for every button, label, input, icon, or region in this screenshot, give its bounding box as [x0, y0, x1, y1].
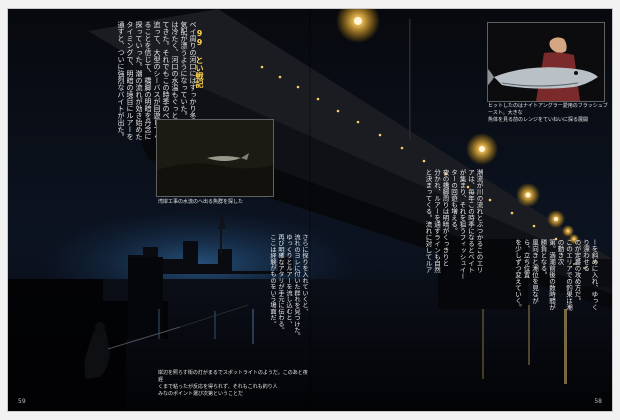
left-body-col-7: 探っていった。潮の流れが効き始めた [135, 21, 143, 140]
bottom-caption-line-3: みなのポイント選び次第ということだ [158, 391, 244, 397]
page-number-left: 59 [18, 398, 26, 405]
right-body-col-9: のが定番の攻め方だ。 [573, 239, 581, 304]
right-caption-line-1: ヒットしたのはナイトアングラー愛用のフラッシュブースト。大きな [488, 103, 608, 116]
left-body-col-6: ることを信じて、橋脚の明暗を丹念に [144, 21, 152, 140]
left-body-col-2: 気配が漂うようになっていた。夜風 [180, 21, 188, 133]
right-caption-line-2: 魚体を見る前のレンジをていねいに探る展開 [488, 117, 589, 123]
right-body-col-5: 夜の橋脚周りは明暗がくっきりと [441, 169, 449, 267]
left-body-col-13: 再び明確なアタリが手元に伝わる。 [277, 234, 284, 334]
right-body-col-8: ーを斜めに入れ、ゆっくり漂わせる [581, 239, 599, 311]
right-body-col-4: ターの回遊も増える。 [449, 169, 458, 234]
right-body-col-7: と決まってくる。流れに対してルア [424, 169, 432, 273]
right-body-col-10: このエリアでの釣果は潮の動き次 [556, 239, 573, 311]
right-body-col-6: 分かれ、ルアーを通すラインも自然 [432, 169, 441, 273]
angler-with-fish-photo [487, 22, 605, 102]
right-body-col-11: 第。満潮前後の数時間が勝負となる。 [539, 239, 556, 311]
page-number-right: 58 [594, 398, 602, 405]
magazine-spread: ベイ周りの河口にはすっかり冬の 気配が漂うようになっていた。夜風 は冷たく、河口… [8, 9, 612, 411]
left-page-body-text-2: さらに探りを入れていくと、 流れのヨレに付いた群れを見つけた。 ゆっくりとルアー… [108, 234, 308, 354]
bottom-caption-line-1: 岸辺を照らす街の灯がまるでスポットライトのようだ。このあと夜遅 [158, 370, 308, 383]
right-body-col-13: を少しずつ変えていく。 [513, 239, 522, 311]
right-page-body-text: 潮流が川の流れとぶつかるこのエリ アは、毎年この時季になるとベイト が集まり、そ… [323, 169, 483, 281]
angler-holding-fish-image [488, 23, 604, 101]
page-gutter [309, 9, 311, 411]
right-body-col-12: 風向きと潮位を見ながら、立ち位置 [522, 239, 539, 304]
left-body-col-10: さらに探りを入れていくと、 [301, 234, 308, 315]
right-page-body-text-2: ーを斜めに入れ、ゆっくり漂わせる のが定番の攻め方だ。 このエリアでの釣果は潮の… [478, 239, 599, 311]
right-photo-caption: ヒットしたのはナイトアングラー愛用のフラッシュブースト。大きな 魚体を見る前のレ… [488, 103, 608, 124]
left-body-col-14: ここは経験がものをいう場面だ。 [269, 234, 276, 327]
left-body-col-12: ゆっくりとルアーを流し込むと、 [285, 234, 292, 327]
bottom-left-caption: 岸辺を照らす街の灯がまるでスポットライトのようだ。このあと夜遅 くまで粘ったが反… [158, 370, 308, 398]
fish-in-water-image [157, 120, 273, 196]
fish-inset-photo [156, 119, 274, 197]
left-body-col-11: 流れのヨレに付いた群れを見つけた。 [293, 234, 300, 340]
bottom-caption-line-2: くまで粘ったが反応を得られず、それもこれも釣り人 [158, 384, 278, 390]
fish-inset-caption: 湾岸工事の水流のへ出る魚群を探した [158, 199, 244, 205]
right-body-col-3: が集まり、それを狙うフィッシュイー [458, 169, 466, 280]
article-heading: 99 とい戦記 [195, 29, 204, 88]
left-body-col-8: タイミングで、明暗の境目にルアーを [126, 21, 134, 140]
right-body-col-2: アは、毎年この時季になるとベイト [466, 169, 475, 273]
left-body-col-9: 通すと、ついに強烈なバイトが出た。 [117, 21, 125, 140]
